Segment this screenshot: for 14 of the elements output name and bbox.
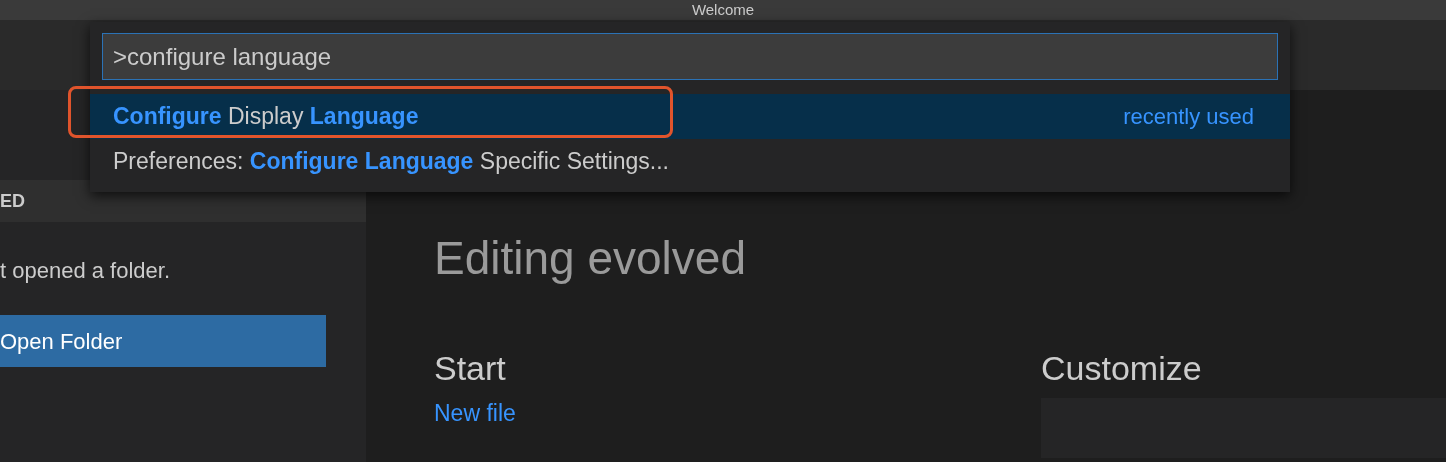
- open-folder-button[interactable]: Open Folder: [0, 315, 326, 367]
- welcome-subtitle: Editing evolved: [434, 231, 747, 286]
- window-title: Welcome: [691, 0, 755, 20]
- sidebar-message: t opened a folder.: [0, 257, 172, 285]
- command-item[interactable]: Preferences: Configure Language Specific Settings...: [90, 139, 1290, 184]
- command-label: Preferences: Configure Language Specific Settings...: [113, 147, 669, 177]
- command-input[interactable]: >configure language: [102, 33, 1278, 80]
- section-heading: Customize: [1041, 348, 1203, 388]
- command-detail: recently used: [1123, 103, 1254, 131]
- start-link[interactable]: New file: [434, 398, 1041, 428]
- command-label: Configure Display Language: [113, 102, 419, 132]
- command-item[interactable]: Configure Display Language recently used: [90, 94, 1290, 139]
- section-heading: Start: [434, 348, 507, 388]
- sidebar-header: ED: [0, 189, 25, 213]
